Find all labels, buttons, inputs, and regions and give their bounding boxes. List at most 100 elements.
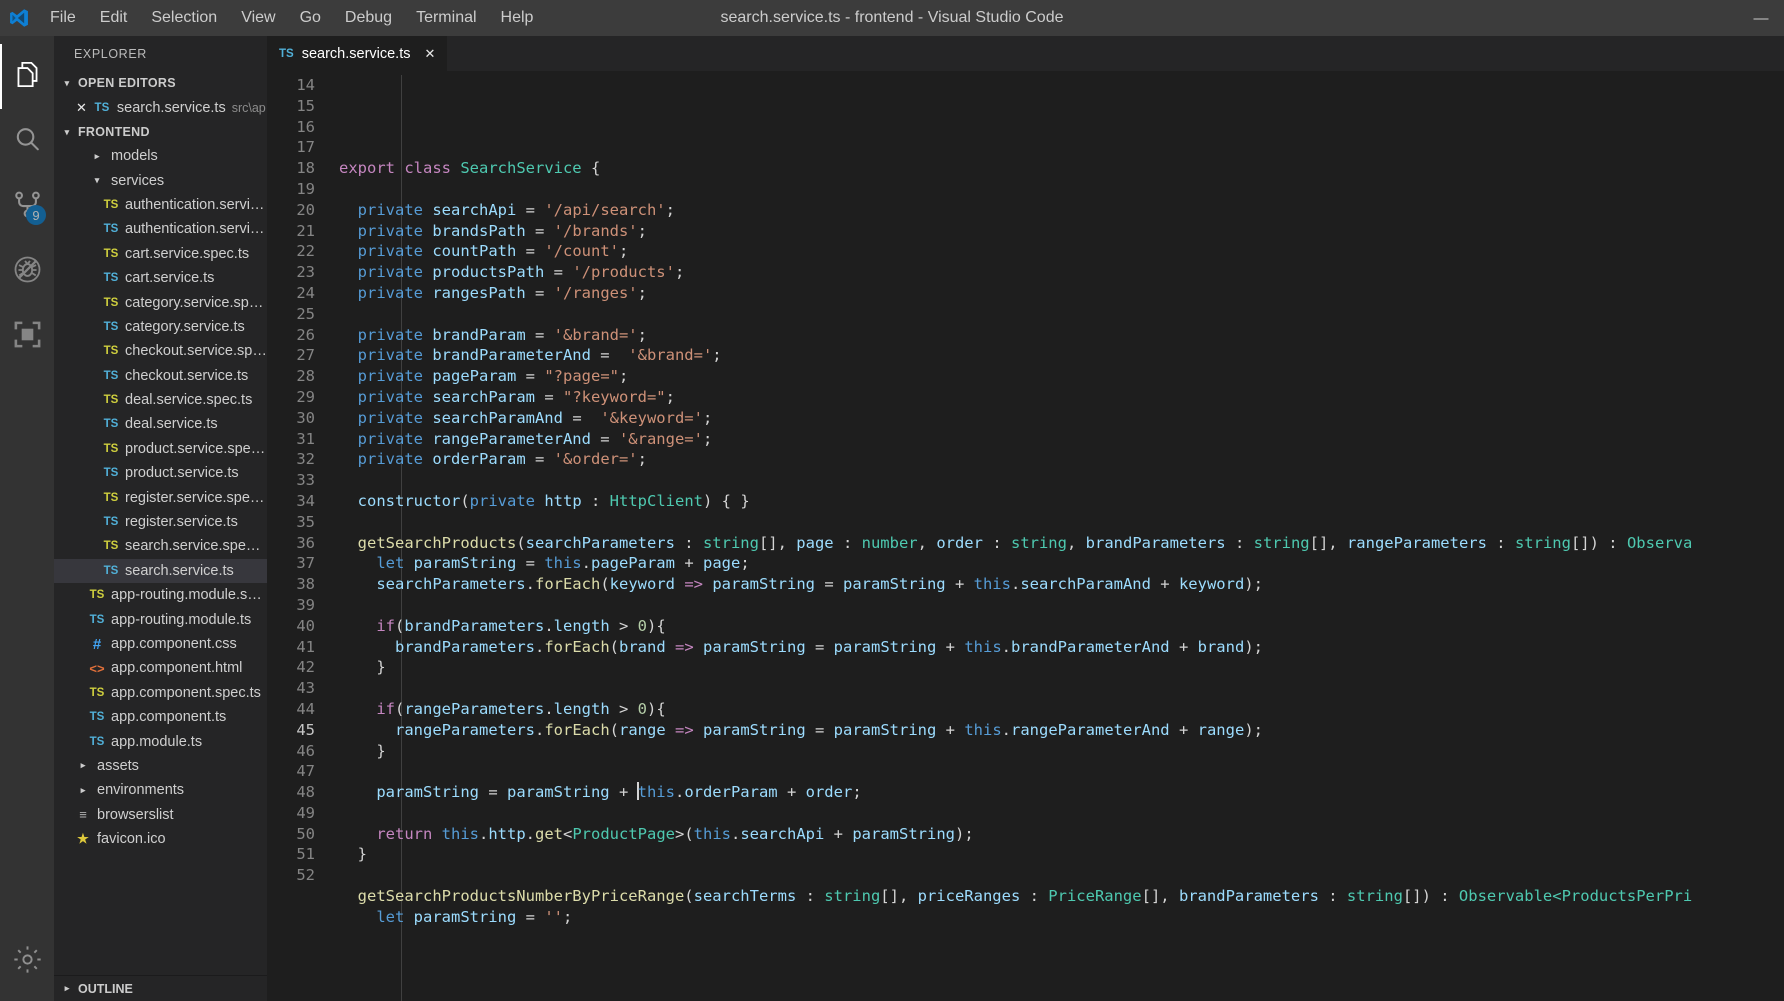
activity-extensions[interactable]	[0, 304, 54, 369]
tree-item-authentication-servi-[interactable]: TS authentication.servi…	[54, 217, 267, 241]
tree-item-deal-service-ts[interactable]: TS deal.service.ts	[54, 412, 267, 436]
tree-item-search-service-ts[interactable]: TS search.service.ts	[54, 558, 267, 584]
close-icon[interactable]: ✕	[76, 100, 87, 116]
tree-item-register-service-ts[interactable]: TS register.service.ts	[54, 510, 267, 534]
code-line[interactable]: private brandsPath = '/brands';	[327, 221, 1784, 242]
tree-item-label: cart.service.ts	[125, 270, 215, 287]
typescript-spec-icon: TS	[103, 198, 119, 211]
tree-item-app-component-css[interactable]: # app.component.css	[54, 632, 267, 656]
activity-explorer[interactable]	[0, 44, 54, 109]
tree-item-app-component-html[interactable]: <> app.component.html	[54, 656, 267, 680]
code-token: this	[964, 720, 1002, 739]
menu-view[interactable]: View	[229, 4, 287, 32]
menu-help[interactable]: Help	[489, 4, 546, 32]
tree-item-category-service-ts[interactable]: TS category.service.ts	[54, 315, 267, 339]
tree-item-deal-service-spec-ts[interactable]: TS deal.service.spec.ts	[54, 388, 267, 412]
code-line[interactable]: private rangesPath = '/ranges';	[327, 283, 1784, 304]
activity-source-control[interactable]: 9	[0, 174, 54, 239]
menu-terminal[interactable]: Terminal	[404, 4, 488, 32]
tree-item-app-routing-module-ts[interactable]: TS app-routing.module.ts	[54, 607, 267, 631]
tree-item-category-service-spe-[interactable]: TS category.service.spe…	[54, 290, 267, 314]
code-line[interactable]	[327, 470, 1784, 491]
code-content[interactable]: export class SearchService { private sea…	[327, 71, 1784, 1001]
menu-edit[interactable]: Edit	[88, 4, 140, 32]
code-line[interactable]: }	[327, 844, 1784, 865]
section-frontend-label: FRONTEND	[78, 125, 150, 139]
code-line[interactable]	[327, 179, 1784, 200]
section-outline[interactable]: ▸ OUTLINE	[54, 975, 267, 1001]
tree-item-product-service-ts[interactable]: TS product.service.ts	[54, 461, 267, 485]
code-line[interactable]: private searchParamAnd = '&keyword=';	[327, 408, 1784, 429]
code-line[interactable]: export class SearchService {	[327, 158, 1784, 179]
code-line[interactable]	[327, 803, 1784, 824]
tree-item-services[interactable]: ▾ services	[54, 168, 267, 192]
code-line[interactable]	[327, 595, 1784, 616]
tree-item-browserslist[interactable]: ≡ browserslist	[54, 803, 267, 827]
code-line[interactable]: private brandParam = '&brand=';	[327, 325, 1784, 346]
code-line[interactable]: private rangeParameterAnd = '&range=';	[327, 429, 1784, 450]
code-line[interactable]: }	[327, 741, 1784, 762]
activity-search[interactable]	[0, 109, 54, 174]
code-line[interactable]: rangeParameters.forEach(range => paramSt…	[327, 720, 1784, 741]
code-line[interactable]: getSearchProducts(searchParameters : str…	[327, 533, 1784, 554]
code-line[interactable]	[327, 678, 1784, 699]
code-token: brandParameterAnd	[432, 346, 591, 365]
code-line[interactable]: let paramString = this.pageParam + page;	[327, 553, 1784, 574]
code-line[interactable]: if(brandParameters.length > 0){	[327, 616, 1784, 637]
tab-search-service-ts[interactable]: TS search.service.ts ✕	[267, 36, 449, 71]
tree-item-app-component-ts[interactable]: TS app.component.ts	[54, 705, 267, 729]
code-line[interactable]	[327, 928, 1784, 949]
tree-item-checkout-service-sp-[interactable]: TS checkout.service.sp…	[54, 339, 267, 363]
code-line[interactable]: private productsPath = '/products';	[327, 262, 1784, 283]
tree-item-search-service-spec-ts[interactable]: TS search.service.spec.ts	[54, 534, 267, 558]
tree-item-cart-service-ts[interactable]: TS cart.service.ts	[54, 266, 267, 290]
code-line[interactable]: private brandParameterAnd = '&brand=';	[327, 345, 1784, 366]
code-line[interactable]: private searchApi = '/api/search';	[327, 200, 1784, 221]
activity-manage[interactable]	[0, 936, 54, 1001]
tree-item-register-service-spec-[interactable]: TS register.service.spec…	[54, 485, 267, 509]
section-open-editors[interactable]: ▾ OPEN EDITORS	[54, 71, 267, 95]
code-line[interactable]: private searchParam = "?keyword=";	[327, 387, 1784, 408]
tree-item-favicon-ico[interactable]: ★ favicon.ico	[54, 827, 267, 851]
code-line[interactable]: private pageParam = "?page=";	[327, 366, 1784, 387]
tree-item-cart-service-spec-ts[interactable]: TS cart.service.spec.ts	[54, 242, 267, 266]
line-number: 22	[296, 242, 315, 261]
code-line[interactable]	[327, 137, 1784, 158]
code-line[interactable]	[327, 865, 1784, 886]
code-line[interactable]: searchParameters.forEach(keyword => para…	[327, 574, 1784, 595]
close-icon[interactable]: ✕	[425, 46, 436, 62]
code-line[interactable]: if(rangeParameters.length > 0){	[327, 699, 1784, 720]
code-line[interactable]	[327, 512, 1784, 533]
code-line[interactable]: paramString = paramString + this.orderPa…	[327, 782, 1784, 803]
tree-item-environments[interactable]: ▸ environments	[54, 778, 267, 802]
code-line[interactable]	[327, 761, 1784, 782]
tree-item-models[interactable]: ▸ models	[54, 144, 267, 168]
menu-go[interactable]: Go	[288, 4, 333, 32]
menu-selection[interactable]: Selection	[139, 4, 229, 32]
tree-item-app-routing-module-s-[interactable]: TS app-routing.module.s…	[54, 583, 267, 607]
tree-item-assets[interactable]: ▸ assets	[54, 754, 267, 778]
code-line[interactable]: constructor(private http : HttpClient) {…	[327, 491, 1784, 512]
code-line[interactable]: private countPath = '/count';	[327, 241, 1784, 262]
activity-debug[interactable]	[0, 239, 54, 304]
menu-debug[interactable]: Debug	[333, 4, 404, 32]
code-line[interactable]: return this.http.get<ProductPage>(this.s…	[327, 824, 1784, 845]
tree-item-checkout-service-ts[interactable]: TS checkout.service.ts	[54, 364, 267, 388]
tree-item-product-service-spe-[interactable]: TS product.service.spe…	[54, 437, 267, 461]
section-frontend[interactable]: ▾ FRONTEND	[54, 120, 267, 144]
code-line[interactable]: let paramString = '';	[327, 907, 1784, 928]
tree-item-authentication-servi-[interactable]: TS authentication.servi…	[54, 193, 267, 217]
editor-scrollbar[interactable]	[1770, 71, 1784, 1001]
code-line[interactable]	[327, 304, 1784, 325]
code-token: );	[955, 824, 974, 843]
tree-item-app-module-ts[interactable]: TS app.module.ts	[54, 729, 267, 753]
menu-file[interactable]: File	[38, 4, 88, 32]
open-editor-item[interactable]: ✕ TS search.service.ts src\ap…	[54, 95, 267, 120]
code-line[interactable]: brandParameters.forEach(brand => paramSt…	[327, 637, 1784, 658]
code-line[interactable]: getSearchProductsNumberByPriceRange(sear…	[327, 886, 1784, 907]
minimize-button[interactable]: —	[1738, 0, 1784, 36]
code-editor[interactable]: 14 15 16 17 18 19 20 21 22 23 24 25 26 27 28 29 30 31 32 33…	[267, 71, 1784, 1001]
code-line[interactable]: private orderParam = '&order=';	[327, 449, 1784, 470]
tree-item-app-component-spec-ts[interactable]: TS app.component.spec.ts	[54, 681, 267, 705]
code-line[interactable]: }	[327, 657, 1784, 678]
